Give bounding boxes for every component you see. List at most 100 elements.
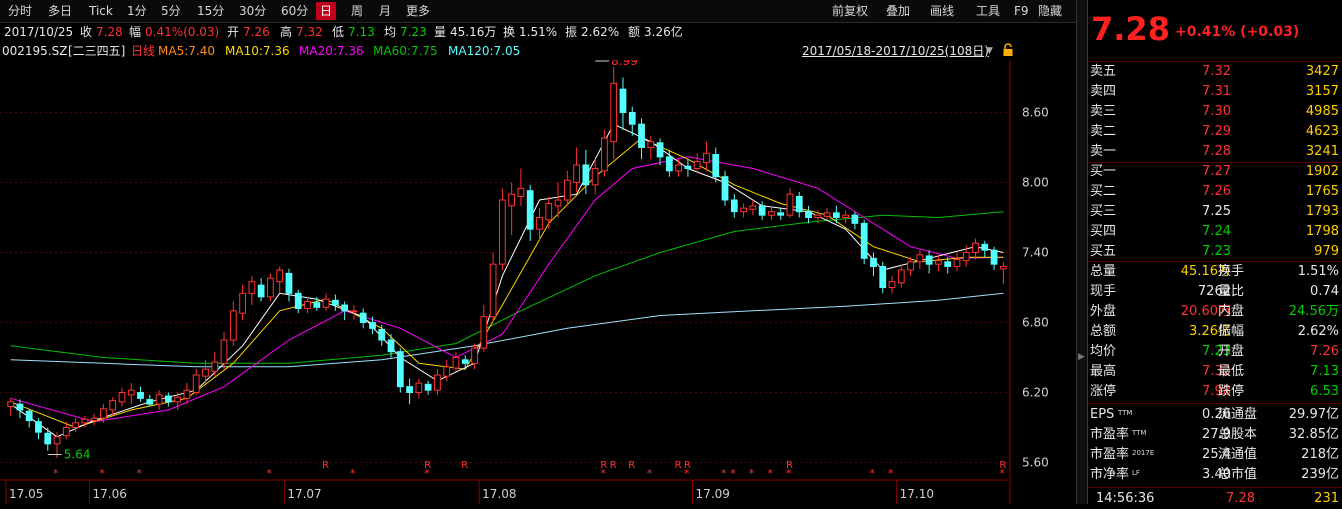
candle-body-up <box>415 382 423 393</box>
annotation-label: 8.99 <box>611 60 638 68</box>
bid-volume: 1765 <box>1305 184 1339 199</box>
candle-body-down <box>684 165 692 169</box>
period-tab-5[interactable]: 15分 <box>193 2 228 20</box>
candle-body-down <box>146 399 154 405</box>
bid-label: 买二 <box>1090 184 1117 199</box>
period-toolbar: 分时 多日 Tick 1分 5分 15分 30分 60分日周月更多 前复权 叠加 画线 工具 F9 隐藏 <box>0 0 1086 23</box>
stat-row: 最高 7.32 最低 7.13 <box>1088 362 1342 382</box>
ma5-line <box>10 123 1004 438</box>
candle-body-up <box>220 339 228 364</box>
period-tab-4[interactable]: 5分 <box>157 2 185 20</box>
x-tick-label: 17.10 <box>900 487 934 501</box>
collapse-arrow-icon[interactable]: ▶ <box>1078 352 1085 362</box>
amount-label: 额 <box>628 25 641 39</box>
period-tab-11[interactable]: 更多 <box>402 2 434 20</box>
period-tab-7[interactable]: 60分 <box>277 2 312 20</box>
ma120-line <box>10 292 1004 368</box>
fundamental-value: 32.85亿 <box>1288 427 1339 442</box>
bid-volume: 1793 <box>1305 204 1339 219</box>
ask-row: 卖一 7.28 3241 <box>1088 142 1342 162</box>
candle-body-up <box>72 422 79 429</box>
fundamental-row: 市盈率 TTM 27.9 总股本 32.85亿 <box>1088 425 1342 445</box>
bid-price: 7.25 <box>1202 204 1231 219</box>
candle-body-up <box>647 141 655 148</box>
candle-body-down <box>665 156 673 172</box>
tick-price: 7.28 <box>1226 491 1255 506</box>
y-tick-label: 5.60 <box>1022 456 1049 470</box>
amplitude-label: 振 <box>565 25 578 39</box>
bid-price: 7.26 <box>1202 184 1231 199</box>
period-tab-6[interactable]: 30分 <box>235 2 270 20</box>
stat-label: 换手 <box>1218 264 1245 279</box>
tick-time: 14:56:36 <box>1096 491 1155 506</box>
tick-volume: 231 <box>1314 491 1339 506</box>
avg-label: 均 <box>384 25 397 39</box>
ask-price: 7.28 <box>1202 144 1231 159</box>
price-change: +0.41% (+0.03) <box>1175 24 1300 40</box>
candle-body-down <box>331 299 339 306</box>
period-tab-10[interactable]: 月 <box>375 2 395 20</box>
bid-label: 买五 <box>1090 244 1117 259</box>
r-marker: R <box>322 460 329 471</box>
tool-button-1[interactable]: 叠加 <box>882 2 914 20</box>
y-tick-label: 6.20 <box>1022 386 1049 400</box>
candle-body-up <box>842 214 850 219</box>
candle-body-up <box>953 259 961 267</box>
candle-body-down <box>925 255 933 265</box>
ma5-legend: MA5:7.40 <box>158 44 215 58</box>
tool-button-3[interactable]: 工具 <box>972 2 1004 20</box>
candle-body-down <box>990 249 998 265</box>
date-range-selector[interactable]: 2017/05/18-2017/10/25(108日) <box>802 43 989 59</box>
candle-body-up <box>610 82 618 143</box>
avg-value: 7.23 <box>400 25 427 39</box>
star-marker: * <box>888 467 894 480</box>
candle-body-down <box>396 351 404 388</box>
candle-body-up <box>471 347 478 364</box>
period-tab-2[interactable]: Tick <box>85 2 117 20</box>
candle-body-down <box>285 273 293 294</box>
candle-body-up <box>267 277 274 298</box>
candle-body-up <box>489 263 497 318</box>
tool-button-5[interactable]: 隐藏 <box>1034 2 1066 20</box>
stat-label: 开盘 <box>1218 344 1245 359</box>
tick-row: 14:56:36 7.28 231 <box>1088 489 1342 509</box>
quote-panel: 7.28 +0.41% (+0.03) 卖五 7.32 3427 卖四 7.31 3157… <box>1087 0 1342 506</box>
star-marker: * <box>730 467 736 480</box>
tool-button-4[interactable]: F9 <box>1010 2 1033 20</box>
candle-body-down <box>721 176 729 201</box>
star-marker: * <box>53 467 59 480</box>
candle-body-up <box>202 368 209 377</box>
period-tab-3[interactable]: 1分 <box>123 2 151 20</box>
ask-row: 卖二 7.29 4623 <box>1088 122 1342 142</box>
x-tick-label: 17.06 <box>93 487 127 501</box>
tool-button-0[interactable]: 前复权 <box>828 2 872 20</box>
fundamental-label: 总市值 <box>1218 467 1258 482</box>
candle-body-up <box>174 396 182 403</box>
fundamental-row: EPS TTM 0.26 流通盘 29.97亿 <box>1088 405 1342 425</box>
period-label: 日线 <box>131 44 156 58</box>
candlestick-chart[interactable]: 8.60 8.00 7.40 6.80 6.20 5.60 17.05 17.06 17.07 1… <box>0 60 1076 504</box>
star-marker: * <box>647 467 653 480</box>
candle-body-down <box>461 359 469 364</box>
candle-body-up <box>192 374 200 393</box>
candle-body-up <box>90 417 98 421</box>
star-marker: * <box>767 467 773 480</box>
star-marker: * <box>869 467 875 480</box>
ma-legend-bar: 002195.SZ [二三四五] 日线 MA5:7.40 MA10:7.36 M… <box>0 43 1086 59</box>
bid-row: 买四 7.24 1798 <box>1088 222 1342 242</box>
period-tab-0[interactable]: 分时 <box>4 2 36 20</box>
period-tab-8[interactable]: 日 <box>316 2 337 20</box>
stat-label: 现手 <box>1090 284 1117 299</box>
candle-body-down <box>359 312 367 324</box>
lock-icon[interactable] <box>1002 43 1014 61</box>
period-tab-9[interactable]: 周 <box>347 2 367 20</box>
candle-body-up <box>573 164 580 183</box>
candle-body-up <box>693 161 701 169</box>
period-tab-1[interactable]: 多日 <box>44 2 76 20</box>
candle-body-up <box>127 389 135 396</box>
range-dropdown-icon[interactable]: ▼ <box>986 43 993 59</box>
tool-button-2[interactable]: 画线 <box>926 2 958 20</box>
stat-value: 24.56万 <box>1288 304 1339 319</box>
candle-body-up <box>155 394 163 405</box>
panel-splitter[interactable]: ▶ <box>1076 0 1087 504</box>
